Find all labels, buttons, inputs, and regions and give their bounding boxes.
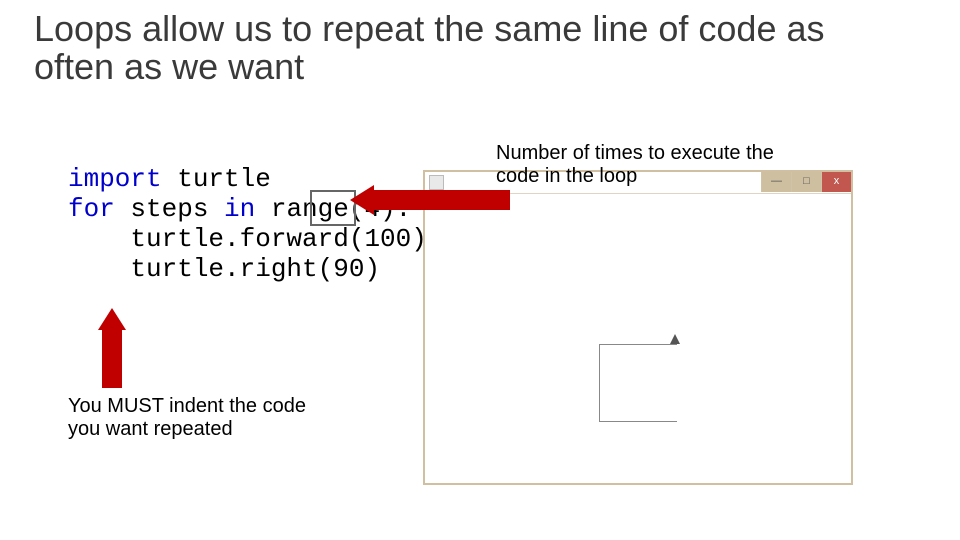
keyword-for: for: [68, 194, 115, 224]
turtle-canvas: [425, 194, 851, 483]
code-block: import turtle for steps in range(4): tur…: [68, 165, 427, 285]
maximize-button[interactable]: □: [791, 172, 821, 192]
code-text: turtle.right(90): [68, 254, 380, 284]
arrow-left-icon: [350, 185, 510, 215]
arrow-up-icon: [98, 308, 126, 388]
code-text: turtle: [162, 164, 271, 194]
keyword-import: import: [68, 164, 162, 194]
code-text: steps: [115, 194, 224, 224]
turtle-cursor-icon: [670, 334, 680, 344]
close-button[interactable]: x: [821, 172, 851, 192]
slide-title: Loops allow us to repeat the same line o…: [34, 10, 914, 86]
annotation-indent: You MUST indent the code you want repeat…: [68, 395, 328, 441]
annotation-loop-count: Number of times to execute the code in t…: [496, 142, 776, 188]
code-text: turtle.forward(100): [68, 224, 427, 254]
keyword-in: in: [224, 194, 255, 224]
turtle-drawn-path: [599, 344, 677, 422]
turtle-window: — □ x: [423, 170, 853, 485]
